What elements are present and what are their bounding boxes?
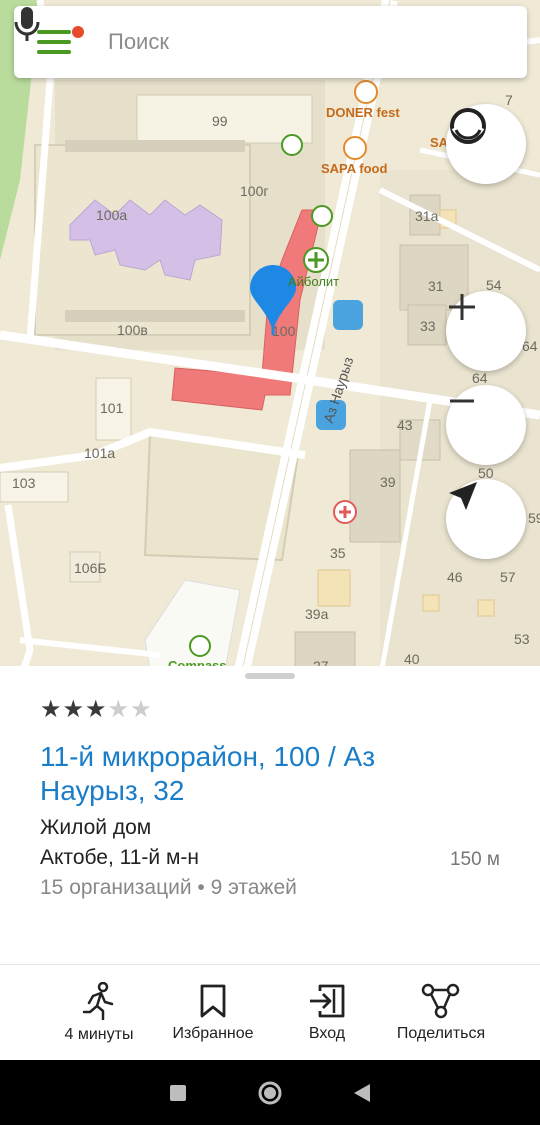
menu-icon: [37, 30, 71, 54]
map-label: 39: [380, 474, 396, 490]
map-label: 7: [505, 92, 513, 108]
zoom-in-button[interactable]: [446, 291, 526, 371]
map-label: 31а: [415, 208, 439, 224]
map-label: 64: [472, 370, 488, 386]
map-label: 101а: [84, 445, 116, 461]
place-type: Жилой дом: [40, 816, 152, 839]
map-label: 59: [528, 510, 540, 526]
map-label: 46: [447, 569, 463, 585]
map-view[interactable]: 99 100г 100а 100в 100 101 101а 103 106Б …: [0, 0, 540, 680]
poi-label[interactable]: Айболит: [288, 274, 339, 289]
system-nav-bar: [0, 1060, 540, 1125]
place-details[interactable]: 15 организаций • 9 этажей: [40, 876, 297, 900]
map-label: 100: [272, 323, 296, 339]
entrance-icon: [310, 984, 345, 1017]
share-route-icon: [421, 983, 460, 1018]
layers-icon: [450, 108, 486, 144]
my-location-button[interactable]: [446, 479, 526, 559]
route-label: 4 минуты: [64, 1025, 134, 1043]
entrance-label: Вход: [308, 1024, 346, 1042]
map-label: 103: [12, 475, 36, 491]
star-filled-icon: ★: [85, 696, 107, 723]
search-bar: [14, 6, 527, 78]
rating-stars: ★ ★ ★ ★ ★: [40, 698, 152, 722]
poi-label[interactable]: DONER fest: [326, 105, 400, 120]
star-empty-icon: ★: [130, 696, 152, 723]
map-label: 35: [330, 545, 346, 561]
map-label: 31: [428, 278, 444, 294]
minus-icon: [450, 399, 474, 403]
star-empty-icon: ★: [107, 696, 130, 723]
map-label: 57: [500, 569, 516, 585]
layers-button[interactable]: [446, 104, 526, 184]
drag-handle[interactable]: [245, 673, 295, 679]
back-icon[interactable]: [353, 1083, 371, 1103]
map-label: 100г: [240, 183, 269, 199]
poi-label[interactable]: SAPA food: [321, 161, 387, 176]
home-icon[interactable]: [257, 1080, 283, 1106]
place-title[interactable]: 11-й микрорайон, 100 / Аз Наурыз, 32: [40, 740, 470, 808]
zoom-out-button[interactable]: [446, 385, 526, 465]
map-label: 43: [397, 417, 413, 433]
walking-icon: [82, 981, 114, 1020]
notification-dot: [72, 26, 84, 38]
star-filled-icon: ★: [62, 696, 85, 723]
plus-icon: [449, 294, 475, 320]
voice-search-button[interactable]: [14, 6, 527, 78]
map-label: 53: [514, 631, 530, 647]
microphone-icon: [14, 7, 40, 41]
map-label: 106Б: [74, 560, 107, 576]
map-label: 39а: [305, 606, 329, 622]
search-input[interactable]: [94, 29, 457, 55]
route-button[interactable]: 4 минуты: [44, 981, 154, 1044]
map-label: 99: [212, 113, 228, 129]
share-button[interactable]: Поделиться: [386, 983, 496, 1043]
recents-icon[interactable]: [169, 1084, 187, 1102]
map-label: 33: [420, 318, 436, 334]
place-distance: 150 м: [449, 849, 500, 870]
map-label: 101: [100, 400, 124, 416]
map-label: 100в: [117, 322, 148, 338]
place-card[interactable]: ★ ★ ★ ★ ★ 11-й микрорайон, 100 / Аз Наур…: [0, 666, 540, 966]
navigation-arrow-icon: [449, 482, 477, 510]
share-label: Поделиться: [396, 1024, 486, 1042]
favorites-label: Избранное: [172, 1024, 254, 1042]
map-label: 40: [404, 651, 420, 667]
action-bar: 4 минуты Избранное Вход Поделиться: [0, 964, 540, 1060]
place-address: Актобе, 11-й м-н: [40, 846, 200, 869]
star-filled-icon: ★: [40, 696, 62, 723]
map-label: 100а: [96, 207, 128, 223]
entrance-button[interactable]: Вход: [272, 983, 382, 1043]
favorites-button[interactable]: Избранное: [158, 983, 268, 1043]
bookmark-icon: [200, 984, 226, 1017]
